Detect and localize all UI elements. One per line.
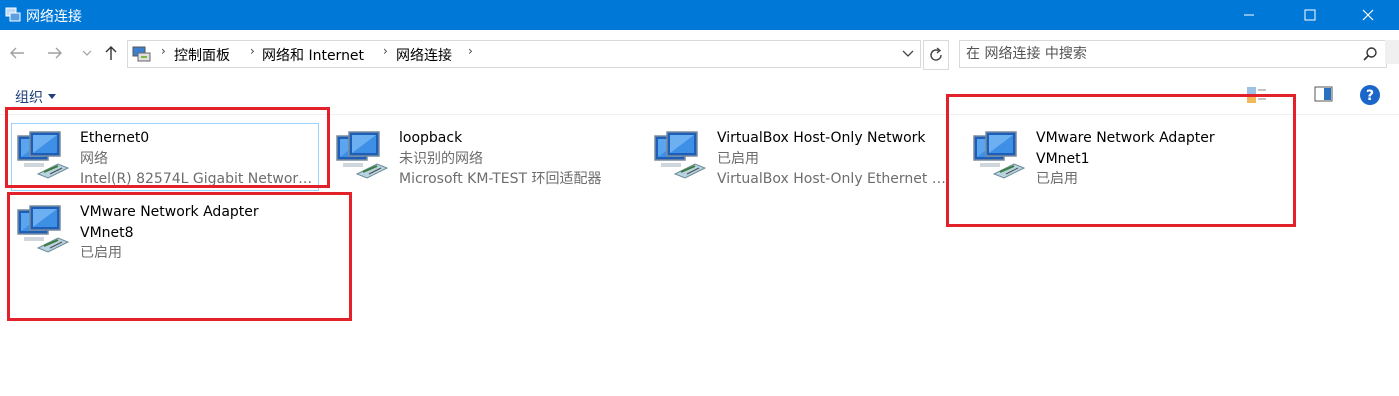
change-view-icon[interactable]	[1246, 85, 1282, 105]
network-adapter-icon	[336, 131, 388, 179]
network-connections-icon	[5, 7, 21, 22]
recent-locations-button[interactable]	[76, 42, 98, 64]
connection-device: Microsoft KM-TEST 环回适配器	[399, 171, 602, 187]
navigation-bar: › 控制面板 › 网络和 Internet › 网络连接 ›	[0, 30, 1399, 76]
network-adapter-icon	[654, 131, 706, 179]
forward-arrow-icon	[48, 47, 62, 59]
connection-status: 已启用	[80, 245, 122, 261]
search-input[interactable]	[966, 43, 1346, 65]
computer-icon	[132, 46, 151, 62]
back-arrow-icon	[10, 47, 24, 59]
caret-down-icon	[48, 94, 56, 99]
breadcrumb-network-connections[interactable]: 网络连接	[396, 45, 452, 65]
connection-status: 网络	[80, 151, 108, 167]
up-button[interactable]	[100, 42, 122, 64]
maximize-icon	[1304, 9, 1316, 21]
breadcrumb-separator-icon[interactable]: ›	[250, 44, 255, 58]
chevron-down-icon	[82, 50, 92, 56]
breadcrumb-separator-icon[interactable]: ›	[383, 44, 388, 58]
connection-vmware-vmnet1[interactable]: VMware Network Adapter VMnet1 已启用	[968, 124, 1274, 190]
breadcrumb-separator-icon[interactable]: ›	[161, 44, 166, 58]
connection-device: Intel(R) 82574L Gigabit Network Connecti…	[80, 171, 318, 187]
connection-status: 已启用	[1036, 171, 1078, 187]
maximize-button[interactable]	[1287, 0, 1333, 30]
network-adapter-icon	[17, 205, 69, 253]
connection-virtualbox-host-only[interactable]: VirtualBox Host-Only Network 已启用 Virtual…	[649, 124, 955, 190]
organize-menu-button[interactable]: 组织	[15, 87, 56, 107]
connection-name: VMware Network Adapter	[1036, 130, 1215, 146]
svg-text:?: ?	[1366, 88, 1374, 104]
organize-label: 组织	[15, 90, 43, 106]
connection-loopback[interactable]: loopback 未识别的网络 Microsoft KM-TEST 环回适配器	[331, 124, 637, 190]
breadcrumb-control-panel[interactable]: 控制面板	[174, 45, 230, 65]
connection-device: VirtualBox Host-Only Ethernet Adapter	[717, 171, 955, 187]
connection-name-line2: VMnet8	[80, 225, 134, 241]
close-button[interactable]	[1345, 0, 1391, 30]
chevron-down-icon[interactable]	[902, 49, 914, 59]
connection-name: loopback	[399, 130, 463, 146]
network-adapter-icon	[17, 131, 69, 179]
refresh-button[interactable]	[923, 40, 949, 70]
scrollbar-up-icon[interactable]	[1385, 40, 1399, 64]
connection-status: 已启用	[717, 151, 759, 167]
network-adapter-icon	[973, 131, 1025, 179]
connection-vmware-vmnet8[interactable]: VMware Network Adapter VMnet8 已启用	[12, 198, 318, 264]
window-title: 网络连接	[26, 9, 82, 25]
address-bar[interactable]: › 控制面板 › 网络和 Internet › 网络连接 ›	[127, 40, 921, 68]
preview-pane-icon[interactable]	[1314, 85, 1334, 103]
connection-ethernet0[interactable]: Ethernet0 网络 Intel(R) 82574L Gigabit Net…	[11, 123, 319, 191]
help-icon[interactable]: ?	[1359, 84, 1381, 106]
connection-name-line2: VMnet1	[1036, 151, 1090, 167]
connection-name: VMware Network Adapter	[80, 204, 259, 220]
back-button[interactable]	[6, 42, 28, 64]
forward-button[interactable]	[44, 42, 66, 64]
minimize-button[interactable]	[1226, 0, 1272, 30]
connection-status: 未识别的网络	[399, 151, 483, 167]
up-arrow-icon	[105, 46, 117, 60]
search-box[interactable]	[959, 40, 1387, 68]
breadcrumb-separator-icon[interactable]: ›	[468, 44, 473, 58]
search-icon[interactable]	[1362, 46, 1378, 62]
command-bar: 组织 ?	[0, 76, 1399, 115]
minimize-icon	[1244, 14, 1254, 16]
connection-name: Ethernet0	[80, 130, 150, 146]
title-bar: 网络连接	[0, 0, 1399, 30]
breadcrumb-network-internet[interactable]: 网络和 Internet	[262, 45, 364, 65]
refresh-icon	[930, 47, 942, 61]
close-icon	[1362, 9, 1374, 21]
connection-name: VirtualBox Host-Only Network	[717, 130, 926, 146]
